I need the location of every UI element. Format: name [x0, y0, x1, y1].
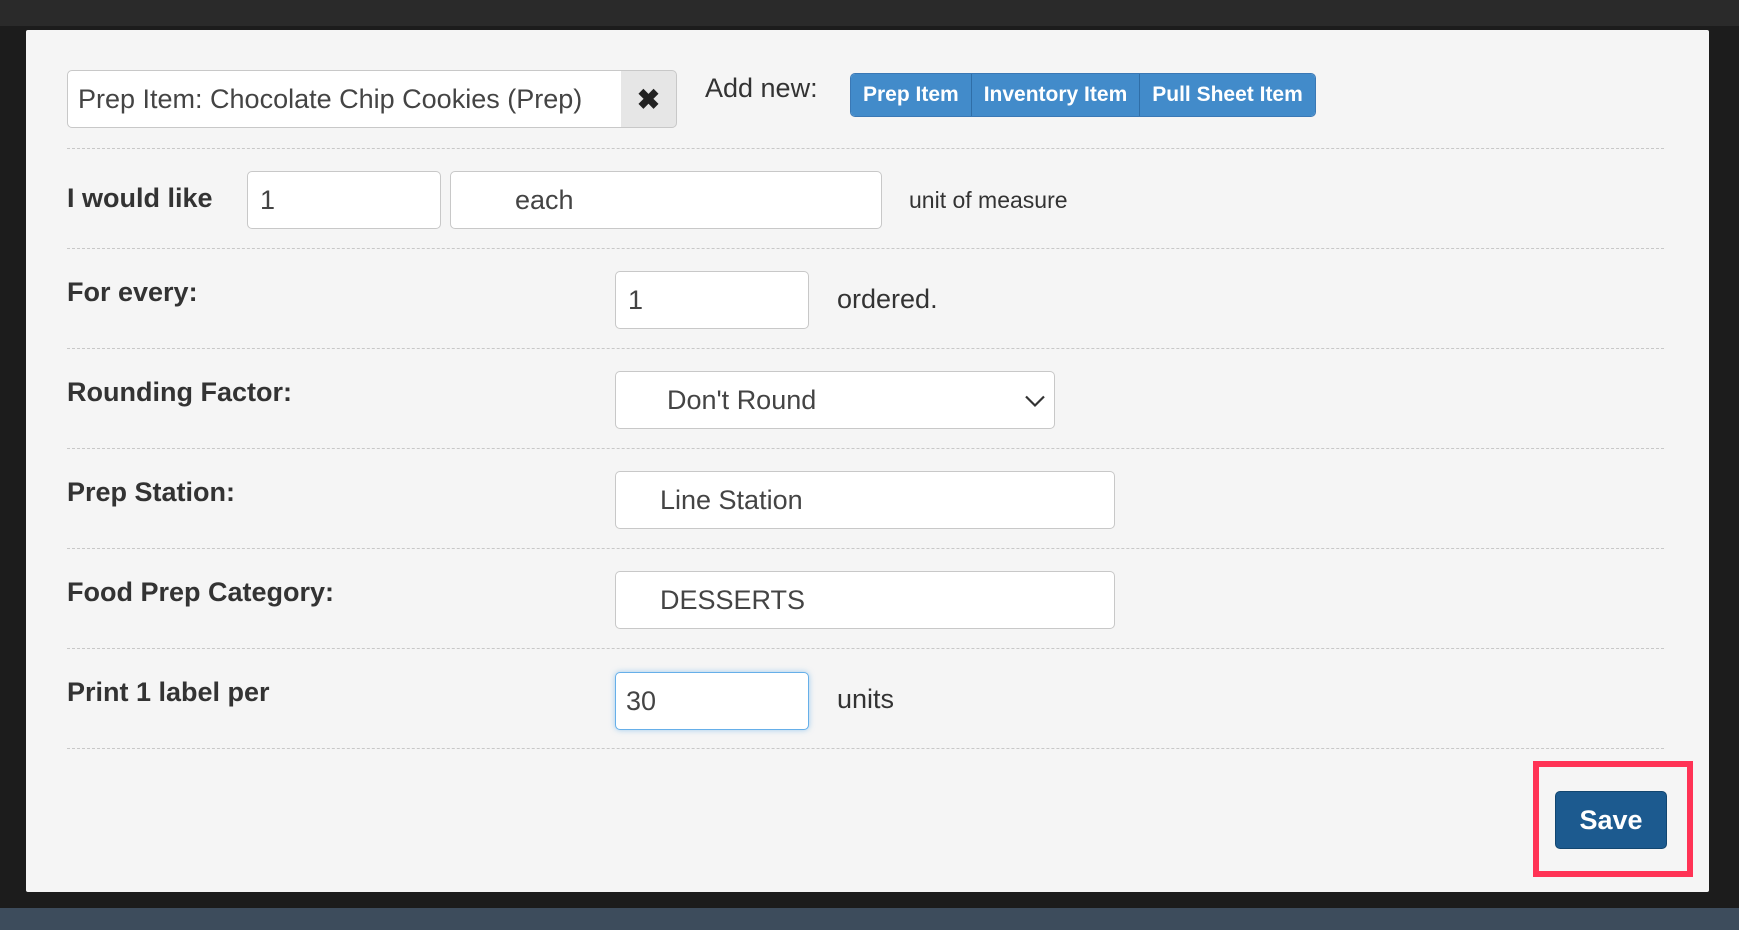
- save-button[interactable]: Save: [1555, 791, 1667, 849]
- food-prep-category-value: DESSERTS: [660, 584, 806, 615]
- add-new-label: Add new:: [705, 73, 818, 103]
- unit-of-measure-label: unit of measure: [909, 187, 1068, 213]
- rounding-factor-label: Rounding Factor:: [67, 377, 292, 407]
- add-prep-item-button[interactable]: Prep Item: [851, 74, 972, 116]
- units-per-label-value: 30: [626, 685, 657, 716]
- prep-station-value: Line Station: [660, 484, 803, 515]
- selected-item-text: Prep Item: Chocolate Chip Cookies (Prep): [78, 83, 583, 114]
- for-every-suffix: ordered.: [837, 284, 938, 314]
- add-inventory-item-button[interactable]: Inventory Item: [971, 74, 1141, 116]
- prep-station-label: Prep Station:: [67, 477, 236, 507]
- quantity-value: 1: [260, 184, 276, 215]
- close-icon: ✖: [636, 83, 661, 115]
- rounding-factor-select[interactable]: Don't Round: [615, 371, 1055, 429]
- background-page-footer: [0, 908, 1739, 930]
- units-per-label-input[interactable]: 30: [615, 672, 809, 730]
- add-new-button-group: Prep Item Inventory Item Pull Sheet Item: [850, 73, 1316, 117]
- prep-station-select[interactable]: Line Station: [615, 471, 1115, 529]
- unit-of-measure-value: each: [515, 184, 574, 215]
- chevron-down-icon: [1024, 385, 1046, 416]
- background-page: [0, 0, 1739, 26]
- for-every-label: For every:: [67, 277, 198, 307]
- print-label-label: Print 1 label per: [67, 677, 270, 707]
- add-pull-sheet-item-button[interactable]: Pull Sheet Item: [1140, 74, 1315, 116]
- rounding-factor-value: Don't Round: [667, 384, 817, 415]
- quantity-input[interactable]: 1: [247, 171, 441, 229]
- for-every-value: 1: [628, 284, 644, 315]
- food-prep-category-label: Food Prep Category:: [67, 577, 335, 607]
- for-every-input[interactable]: 1: [615, 271, 809, 329]
- unit-of-measure-input[interactable]: each: [450, 171, 882, 229]
- food-prep-category-select[interactable]: DESSERTS: [615, 571, 1115, 629]
- selected-item-field[interactable]: Prep Item: Chocolate Chip Cookies (Prep): [67, 70, 622, 128]
- units-suffix: units: [837, 684, 895, 714]
- clear-item-button[interactable]: ✖: [621, 70, 677, 128]
- quantity-label: I would like: [67, 183, 213, 213]
- edit-item-modal: Prep Item: Chocolate Chip Cookies (Prep)…: [26, 30, 1709, 892]
